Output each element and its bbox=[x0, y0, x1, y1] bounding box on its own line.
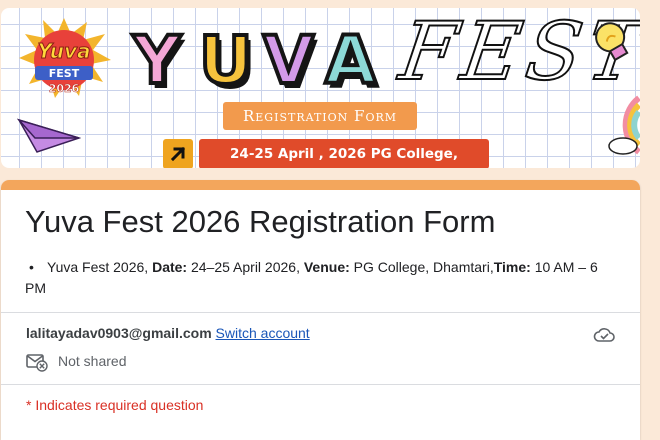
desc-event: Yuva Fest 2026, bbox=[47, 259, 153, 275]
account-email: lalitayadav0903@gmail.com bbox=[26, 325, 212, 341]
divider bbox=[1, 312, 640, 313]
header-banner: Yuva FEST 2026 Y U V A FEST Registration… bbox=[1, 8, 640, 168]
form-description: • Yuva Fest 2026, Date: 24–25 April 2026,… bbox=[25, 257, 620, 299]
date-venue-label: 24-25 April , 2026 PG College, Dhamtari bbox=[199, 139, 489, 168]
registration-form-label: Registration Form bbox=[223, 102, 417, 130]
required-question-note: * Indicates required question bbox=[26, 397, 204, 413]
rainbow-icon bbox=[608, 95, 640, 155]
desc-date-label: Date: bbox=[152, 259, 188, 275]
desc-time-label: Time: bbox=[493, 259, 531, 275]
card-accent-bar bbox=[1, 180, 640, 190]
yuva-fest-logo: Yuva FEST 2026 bbox=[19, 18, 111, 98]
title-letter-u: U bbox=[197, 22, 255, 99]
switch-account-link[interactable]: Switch account bbox=[216, 325, 310, 341]
cloud-saved-icon[interactable] bbox=[593, 327, 615, 343]
form-header-card: Yuva Fest 2026 Registration Form • Yuva F… bbox=[1, 180, 640, 440]
lightbulb-icon bbox=[595, 22, 629, 62]
logo-yuva-text: Yuva bbox=[37, 39, 90, 63]
title-letter-y: Y bbox=[131, 22, 183, 99]
bullet-dot: • bbox=[29, 259, 34, 275]
not-shared-mail-icon bbox=[26, 354, 48, 372]
desc-venue-label: Venue: bbox=[303, 259, 350, 275]
logo-year-text: 2026 bbox=[49, 82, 80, 95]
desc-venue-value: PG College, Dhamtari, bbox=[349, 259, 494, 275]
paper-plane-icon bbox=[17, 118, 81, 153]
arrow-up-right-icon bbox=[163, 139, 193, 168]
form-title: Yuva Fest 2026 Registration Form bbox=[25, 204, 496, 239]
title-letter-v: V bbox=[261, 22, 316, 99]
not-shared-label: Not shared bbox=[58, 353, 127, 369]
title-letter-a: A bbox=[323, 22, 378, 99]
desc-date-value: 24–25 April 2026, bbox=[187, 259, 304, 275]
logo-fest-text: FEST bbox=[49, 67, 80, 80]
account-row: lalitayadav0903@gmail.com Switch account bbox=[26, 325, 310, 341]
divider bbox=[1, 384, 640, 385]
